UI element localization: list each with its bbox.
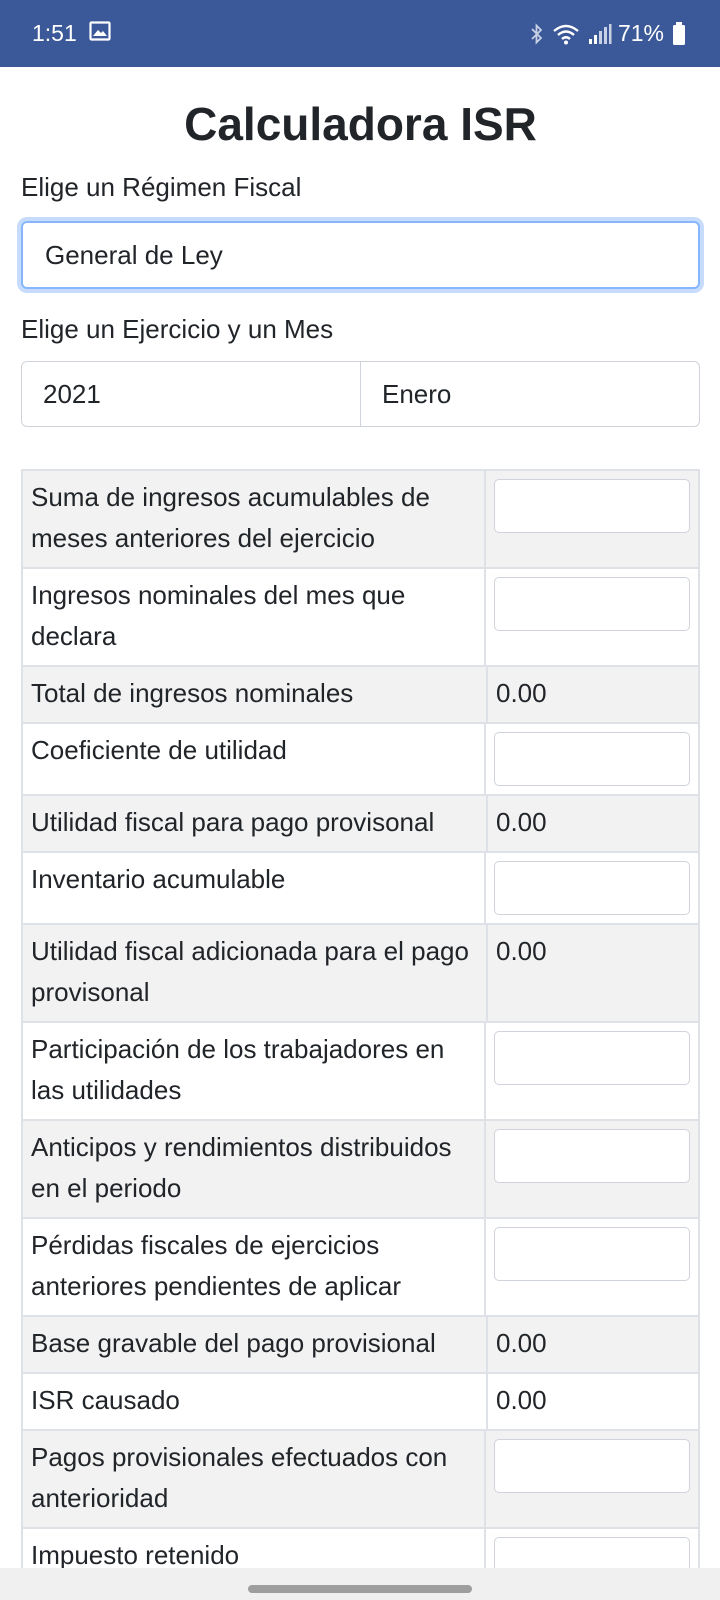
row-label: Pérdidas fiscales de ejercicios anterior… [23, 1219, 486, 1315]
status-right: 71% [522, 20, 686, 47]
row-input-cell [486, 1431, 698, 1527]
table-row: Coeficiente de utilidad [23, 724, 698, 796]
battery-icon [672, 21, 686, 46]
page-title: Calculadora ISR [184, 98, 537, 150]
row-value: 0.00 [496, 678, 547, 708]
row-input-cell [486, 1023, 698, 1119]
row-input[interactable] [494, 1129, 690, 1183]
wifi-icon [552, 23, 580, 45]
main-content: Calculadora ISR Elige un Régimen Fiscal … [21, 67, 700, 427]
row-label: Pagos provisionales efectuados con anter… [23, 1431, 486, 1527]
regime-label: Elige un Régimen Fiscal [21, 172, 302, 202]
table-row: Suma de ingresos acumulables de meses an… [23, 471, 698, 569]
row-input-cell [486, 724, 698, 794]
row-label: Suma de ingresos acumulables de meses an… [23, 471, 486, 567]
row-input-cell [486, 471, 698, 567]
year-select[interactable]: 2021 [22, 362, 360, 426]
row-input-cell [486, 1219, 698, 1315]
row-input-cell [486, 569, 698, 665]
month-select[interactable]: Enero [360, 362, 699, 426]
status-left: 1:51 [32, 20, 111, 47]
row-label: Ingresos nominales del mes que declara [23, 569, 486, 665]
table-row: Anticipos y rendimientos distribuidos en… [23, 1121, 698, 1219]
row-label: Anticipos y rendimientos distribuidos en… [23, 1121, 486, 1217]
row-value: 0.00 [496, 936, 547, 966]
row-input[interactable] [494, 479, 690, 533]
navigation-bar [0, 1568, 720, 1600]
status-bar: 1:51 71% [0, 0, 720, 67]
table-row: ISR causado 0.00 [23, 1374, 698, 1431]
row-label: Inventario acumulable [23, 853, 486, 923]
table-row: Inventario acumulable [23, 853, 698, 925]
table-row: Total de ingresos nominales 0.00 [23, 667, 698, 724]
period-select-group: 2021 Enero [21, 361, 700, 427]
period-label: Elige un Ejercicio y un Mes [21, 314, 334, 344]
row-input[interactable] [494, 577, 690, 631]
table-row: Participación de los trabajadores en las… [23, 1023, 698, 1121]
row-input[interactable] [494, 1227, 690, 1281]
row-label: Participación de los trabajadores en las… [23, 1023, 486, 1119]
row-value: 0.00 [496, 1328, 547, 1358]
status-time: 1:51 [32, 20, 77, 46]
row-label: Total de ingresos nominales [23, 667, 488, 722]
table-row: Pérdidas fiscales de ejercicios anterior… [23, 1219, 698, 1317]
row-value: 0.00 [496, 807, 547, 837]
row-label: Utilidad fiscal adicionada para el pago … [23, 925, 488, 1021]
table-row: Pagos provisionales efectuados con anter… [23, 1431, 698, 1529]
isr-table: Suma de ingresos acumulables de meses an… [21, 469, 700, 1600]
row-input[interactable] [494, 1439, 690, 1493]
row-input[interactable] [494, 1031, 690, 1085]
table-row: Utilidad fiscal para pago provisonal 0.00 [23, 796, 698, 853]
row-input-cell [486, 1121, 698, 1217]
table-row: Ingresos nominales del mes que declara [23, 569, 698, 667]
row-input[interactable] [494, 861, 690, 915]
image-icon [89, 20, 111, 47]
bluetooth-icon [530, 22, 544, 45]
row-input[interactable] [494, 732, 690, 786]
row-input-cell [486, 853, 698, 923]
row-label: Utilidad fiscal para pago provisonal [23, 796, 488, 851]
home-gesture-handle[interactable] [248, 1585, 472, 1593]
row-label: ISR causado [23, 1374, 488, 1429]
table-row: Utilidad fiscal adicionada para el pago … [23, 925, 698, 1023]
battery-percentage: 71% [617, 20, 664, 46]
regime-select[interactable]: General de Ley [21, 221, 700, 289]
row-label: Base gravable del pago provisional [23, 1317, 488, 1372]
signal-icon [588, 23, 612, 45]
table-row: Base gravable del pago provisional 0.00 [23, 1317, 698, 1374]
row-value: 0.00 [496, 1385, 547, 1415]
row-label: Coeficiente de utilidad [23, 724, 486, 794]
